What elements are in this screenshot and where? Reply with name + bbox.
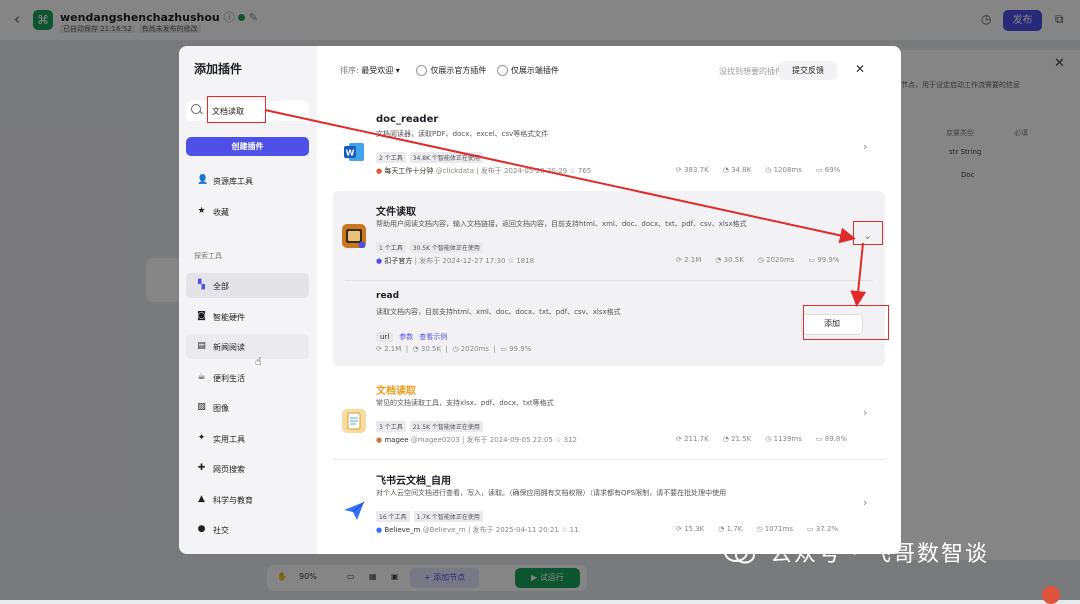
assistant-avatar[interactable]	[1042, 586, 1060, 604]
wechat-logo-icon	[724, 542, 755, 564]
annotation-arrows	[264, 109, 867, 307]
annotation-arrow-2	[850, 242, 867, 307]
watermark-text: 公众号 · 飞哥数智谈	[770, 542, 989, 567]
annotation-arrow-1	[264, 109, 856, 244]
